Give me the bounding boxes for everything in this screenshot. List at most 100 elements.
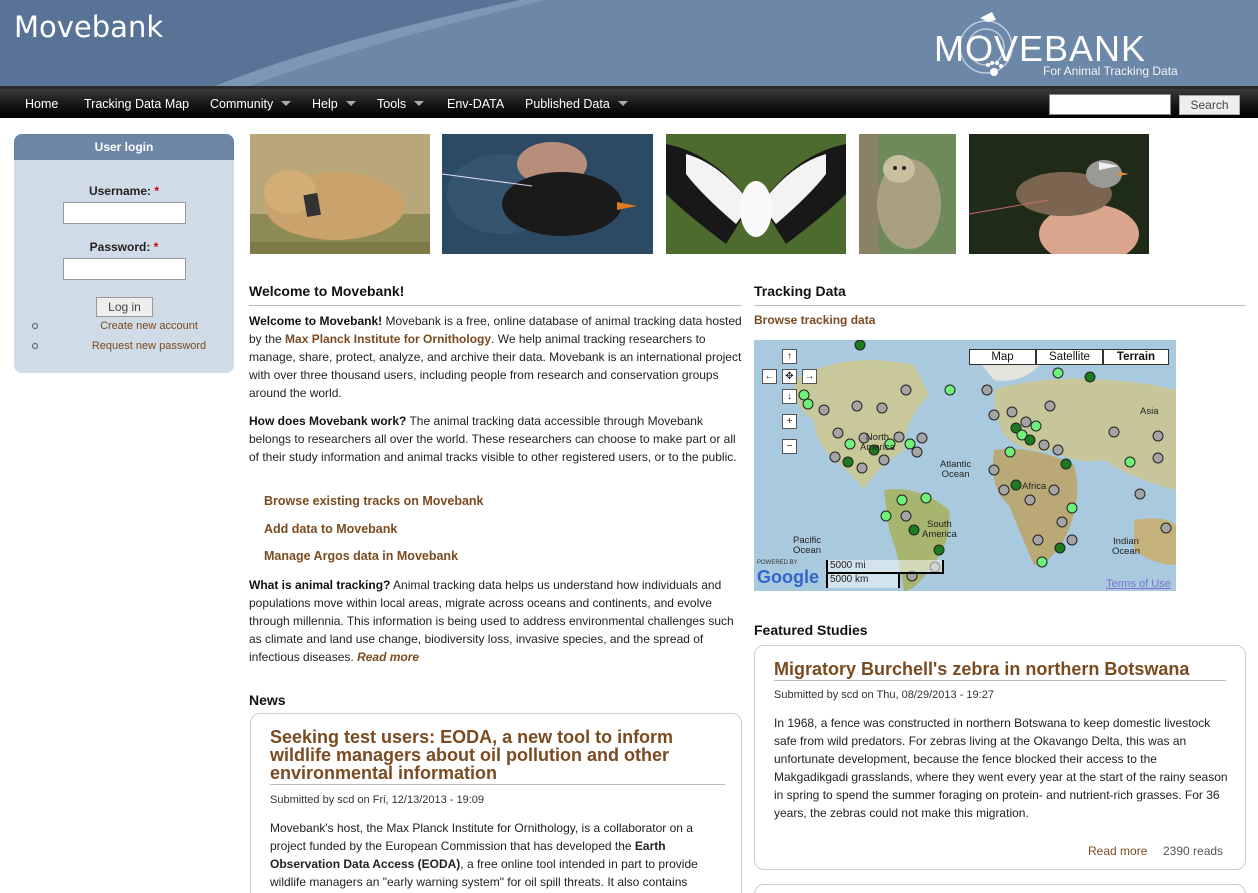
- how-it-works-paragraph: How does Movebank work? The animal track…: [249, 412, 742, 466]
- stork-wings-photo: [666, 134, 846, 254]
- tracking-marker[interactable]: [1048, 484, 1060, 496]
- password-field[interactable]: [63, 258, 186, 280]
- featured-read-more-link[interactable]: Read more: [1088, 844, 1147, 858]
- tracking-marker[interactable]: [1036, 556, 1048, 568]
- zoom-in-icon[interactable]: +: [782, 414, 797, 429]
- map-type-satellite[interactable]: Satellite: [1036, 349, 1103, 365]
- tracking-marker[interactable]: [981, 384, 993, 396]
- tracking-marker[interactable]: [832, 427, 844, 439]
- tracking-marker[interactable]: [1006, 406, 1018, 418]
- tracking-marker[interactable]: [1066, 502, 1078, 514]
- tracking-marker[interactable]: [829, 451, 841, 463]
- tracking-marker[interactable]: [1024, 434, 1036, 446]
- mpi-link[interactable]: Max Planck Institute for Ornithology: [285, 332, 491, 346]
- tracking-marker[interactable]: [1066, 534, 1078, 546]
- pan-left-icon[interactable]: ←: [762, 369, 777, 384]
- pan-right-icon[interactable]: →: [802, 369, 817, 384]
- password-label-text: Password:: [89, 240, 151, 254]
- tracking-marker[interactable]: [802, 398, 814, 410]
- tracking-marker[interactable]: [900, 510, 912, 522]
- tracking-marker[interactable]: [878, 454, 890, 466]
- tracking-marker[interactable]: [1038, 439, 1050, 451]
- browse-tracks-link[interactable]: Browse existing tracks on Movebank: [264, 494, 484, 508]
- tracking-marker[interactable]: [1124, 456, 1136, 468]
- tracking-marker[interactable]: [1044, 400, 1056, 412]
- tracking-marker[interactable]: [988, 464, 1000, 476]
- tracking-marker[interactable]: [1030, 420, 1042, 432]
- news-item: Seeking test users: EODA, a new tool to …: [250, 713, 742, 893]
- tracking-marker[interactable]: [818, 404, 830, 416]
- nav-community[interactable]: Community: [210, 97, 292, 111]
- tracking-marker[interactable]: [856, 462, 868, 474]
- login-button[interactable]: Log in: [96, 297, 153, 317]
- manage-argos-link[interactable]: Manage Argos data in Movebank: [264, 549, 458, 563]
- tracking-marker[interactable]: [854, 340, 866, 351]
- tracking-marker[interactable]: [1152, 430, 1164, 442]
- tracking-marker[interactable]: [1020, 416, 1032, 428]
- nav-tools[interactable]: Tools: [377, 97, 425, 111]
- nav-help[interactable]: Help: [312, 97, 356, 111]
- tracking-marker[interactable]: [896, 494, 908, 506]
- tracking-marker[interactable]: [876, 402, 888, 414]
- pan-center-icon[interactable]: ✥: [782, 369, 797, 384]
- login-title: User login: [14, 134, 234, 160]
- map-type-terrain[interactable]: Terrain: [1103, 349, 1169, 365]
- tracking-marker[interactable]: [1054, 542, 1066, 554]
- nav-tracking-data-map[interactable]: Tracking Data Map: [84, 97, 189, 111]
- tracking-marker[interactable]: [998, 484, 1010, 496]
- scale-mi: 5000 mi: [826, 560, 944, 574]
- tracking-marker[interactable]: [851, 400, 863, 412]
- site-title[interactable]: Movebank: [14, 10, 163, 44]
- tracking-marker[interactable]: [893, 431, 905, 443]
- tracking-marker[interactable]: [1024, 494, 1036, 506]
- tracking-marker[interactable]: [1052, 444, 1064, 456]
- tracking-marker[interactable]: [842, 456, 854, 468]
- pan-down-icon[interactable]: ↓: [782, 389, 797, 404]
- browse-tracking-data-link[interactable]: Browse tracking data: [754, 313, 875, 327]
- user-login-block: User login Username: * Password: * Log i…: [14, 134, 234, 373]
- tracking-marker[interactable]: [1084, 371, 1096, 383]
- tracking-marker[interactable]: [916, 432, 928, 444]
- news-item-title[interactable]: Seeking test users: EODA, a new tool to …: [270, 728, 725, 785]
- tracking-marker[interactable]: [908, 524, 920, 536]
- tracking-marker[interactable]: [1052, 367, 1064, 379]
- chevron-down-icon: [617, 101, 628, 106]
- tracking-marker[interactable]: [1160, 522, 1172, 534]
- pan-up-icon[interactable]: ↑: [782, 349, 797, 364]
- tracking-marker[interactable]: [900, 384, 912, 396]
- tracking-marker[interactable]: [904, 438, 916, 450]
- read-more-link[interactable]: Read more: [357, 650, 419, 664]
- search-button[interactable]: Search: [1179, 95, 1240, 115]
- tracking-marker[interactable]: [880, 510, 892, 522]
- nav-home[interactable]: Home: [25, 97, 58, 111]
- tracking-marker[interactable]: [844, 438, 856, 450]
- tracking-marker[interactable]: [933, 544, 945, 556]
- tracking-marker[interactable]: [1108, 426, 1120, 438]
- tracking-marker[interactable]: [920, 492, 932, 504]
- username-field[interactable]: [63, 202, 186, 224]
- tracking-marker[interactable]: [1004, 446, 1016, 458]
- terms-of-use-link[interactable]: Terms of Use: [1106, 578, 1171, 590]
- nav-label: Published Data: [525, 97, 610, 111]
- tracking-marker[interactable]: [1060, 458, 1072, 470]
- add-data-link[interactable]: Add data to Movebank: [264, 522, 397, 536]
- tracking-marker[interactable]: [944, 384, 956, 396]
- tracking-marker[interactable]: [1056, 516, 1068, 528]
- news-submitted: Submitted by scd on Fri, 12/13/2013 - 19…: [270, 794, 485, 806]
- how-it-works-lead: How does Movebank work?: [249, 414, 407, 428]
- tracking-marker[interactable]: [1010, 479, 1022, 491]
- tracking-marker[interactable]: [988, 409, 1000, 421]
- zoom-out-icon[interactable]: −: [782, 439, 797, 454]
- nav-published-data[interactable]: Published Data: [525, 97, 628, 111]
- tracking-marker[interactable]: [1134, 488, 1146, 500]
- tracking-marker[interactable]: [798, 389, 810, 401]
- search-input[interactable]: [1049, 94, 1171, 115]
- tracking-marker[interactable]: [911, 446, 923, 458]
- site-header: Movebank MOVEBANK For Animal Tracking Da…: [0, 0, 1258, 86]
- featured-study-title[interactable]: Migratory Burchell's zebra in northern B…: [774, 660, 1226, 681]
- nav-env-data[interactable]: Env-DATA: [447, 97, 504, 111]
- google-logo[interactable]: Google: [757, 567, 819, 588]
- tracking-marker[interactable]: [1152, 452, 1164, 464]
- tracking-marker[interactable]: [1032, 534, 1044, 546]
- map-type-map[interactable]: Map: [969, 349, 1036, 365]
